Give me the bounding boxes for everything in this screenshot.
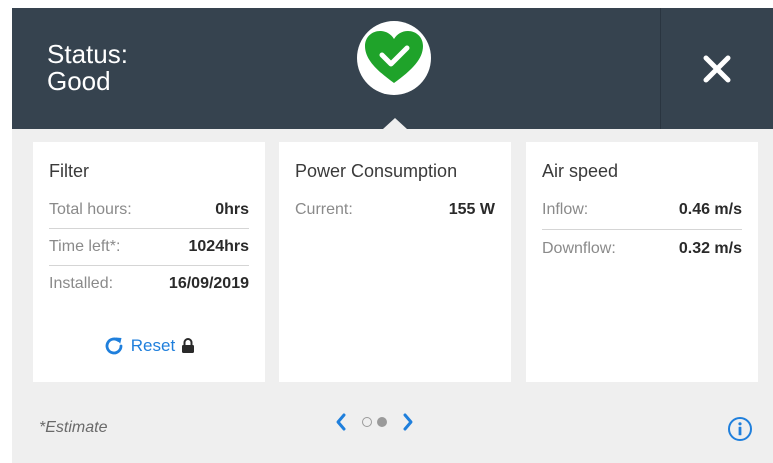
close-button[interactable] — [661, 8, 773, 129]
estimate-note: *Estimate — [39, 419, 108, 436]
time-left-row: Time left*: 1024hrs — [49, 232, 249, 262]
pager — [334, 412, 415, 432]
downflow-label: Downflow: — [542, 240, 616, 257]
status-value: Good — [47, 66, 111, 96]
reset-label: Reset — [130, 336, 176, 355]
downflow-row: Downflow: 0.32 m/s — [542, 234, 742, 264]
current-label: Current: — [295, 201, 353, 218]
info-button[interactable] — [727, 416, 753, 447]
inflow-value: 0.46 m/s — [678, 201, 742, 218]
installed-row: Installed: 16/09/2019 — [49, 269, 249, 299]
status-pointer — [383, 118, 407, 129]
time-left-label: Time left*: — [49, 238, 121, 255]
close-icon — [703, 55, 731, 82]
total-hours-label: Total hours: — [49, 201, 132, 218]
status-label: Status: — [47, 39, 128, 69]
refresh-icon — [105, 337, 123, 355]
time-left-value: 1024hrs — [188, 238, 250, 255]
current-value: 155 W — [448, 201, 495, 218]
status-text: Status: Good — [47, 41, 128, 95]
total-hours-value: 0hrs — [215, 201, 249, 218]
chevron-left-icon[interactable] — [334, 412, 348, 432]
reset-button[interactable]: Reset — [33, 335, 265, 357]
info-icon — [728, 417, 752, 441]
row-divider — [542, 229, 742, 230]
status-header: Status: Good — [12, 8, 773, 129]
current-row: Current: 155 W — [295, 195, 495, 225]
filter-card: Filter Total hours: 0hrs Time left*: 102… — [33, 142, 265, 382]
row-divider — [49, 228, 249, 229]
inflow-row: Inflow: 0.46 m/s — [542, 195, 742, 225]
filter-title: Filter — [49, 161, 89, 181]
installed-label: Installed: — [49, 275, 114, 292]
row-divider — [49, 265, 249, 266]
page-indicator — [362, 417, 387, 427]
total-hours-row: Total hours: 0hrs — [49, 195, 249, 225]
power-title: Power Consumption — [295, 161, 458, 181]
page-dot[interactable] — [362, 417, 372, 427]
heart-check-icon — [365, 31, 423, 83]
power-card: Power Consumption Current: 155 W — [279, 142, 511, 382]
installed-value: 16/09/2019 — [168, 275, 249, 292]
status-panel: Status: Good Filter Total hours: 0hrs Ti… — [12, 8, 773, 463]
downflow-value: 0.32 m/s — [678, 240, 742, 257]
page-dot-active[interactable] — [377, 417, 387, 427]
air-speed-card: Air speed Inflow: 0.46 m/s Downflow: 0.3… — [526, 142, 758, 382]
status-indicator — [357, 21, 431, 95]
chevron-right-icon[interactable] — [401, 412, 415, 432]
lock-icon — [182, 338, 195, 353]
inflow-label: Inflow: — [542, 201, 589, 218]
air-speed-title: Air speed — [542, 161, 619, 181]
